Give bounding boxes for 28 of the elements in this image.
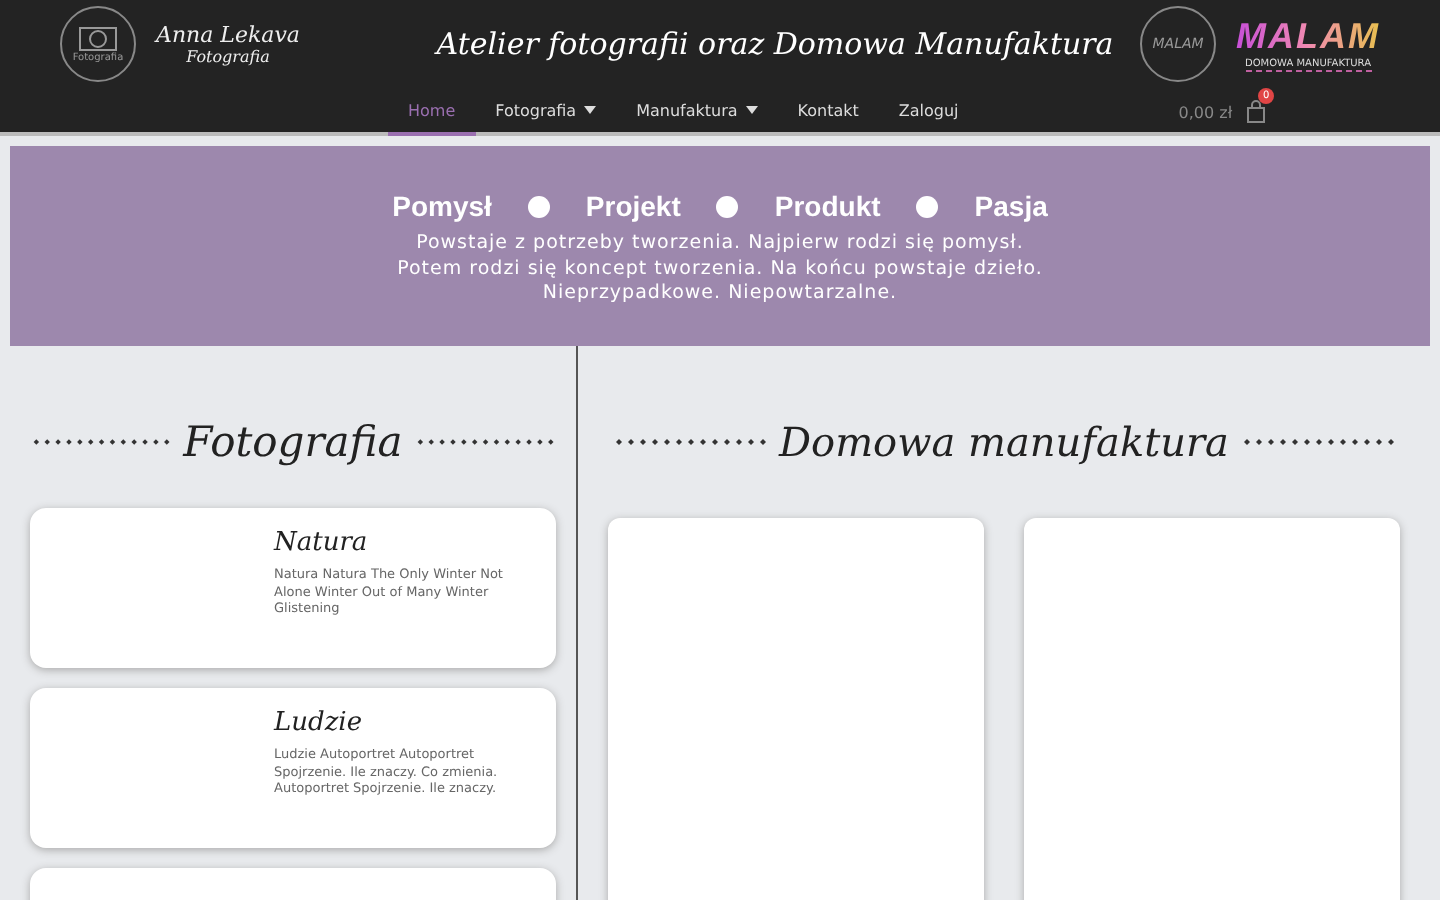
ornament-icon (414, 436, 556, 448)
section-heading: Domowa manufaktura (779, 418, 1229, 466)
site-title: Atelier fotografii oraz Domowa Manufaktura (432, 26, 1116, 62)
logo-name: Anna Lekava (156, 22, 300, 48)
value-word: Projekt (585, 190, 681, 222)
nav-link[interactable]: Fotografia (475, 88, 617, 136)
value-word: Pomysł (392, 190, 492, 222)
value-word: Pasja (974, 190, 1048, 222)
ornament-icon (611, 436, 767, 448)
bag-icon[interactable] (1244, 100, 1269, 124)
ornament-icon (1240, 436, 1397, 448)
value-word: Produkt (774, 190, 881, 222)
card-title: Natura (274, 528, 370, 558)
cart-total: 0,00 zł (1178, 103, 1233, 121)
nav-link[interactable]: Home (388, 88, 476, 136)
dot-icon (716, 195, 739, 217)
nav-link[interactable]: Manufaktura (616, 88, 778, 136)
card-title: Ludzie (274, 708, 365, 738)
product-card[interactable] (608, 518, 984, 900)
banner-text: Powstaje z potrzeby tworzenia. Najpierw rodzi się pomysł. Potem rodzi się koncept tworzenia. Na końcu powstaje dzieło. Nieprzypadkowe. Niepowtarzalne. (395, 232, 1045, 307)
logo-subtitle: Fotografia (186, 48, 270, 66)
product-card[interactable] (1024, 518, 1400, 900)
nav-link[interactable]: Zaloguj (878, 88, 979, 136)
ornament-icon (30, 436, 172, 448)
nav-link[interactable]: Kontakt (777, 88, 879, 136)
section-heading: Fotografia (183, 418, 403, 466)
dot-icon (527, 195, 550, 217)
dot-icon (916, 195, 939, 217)
